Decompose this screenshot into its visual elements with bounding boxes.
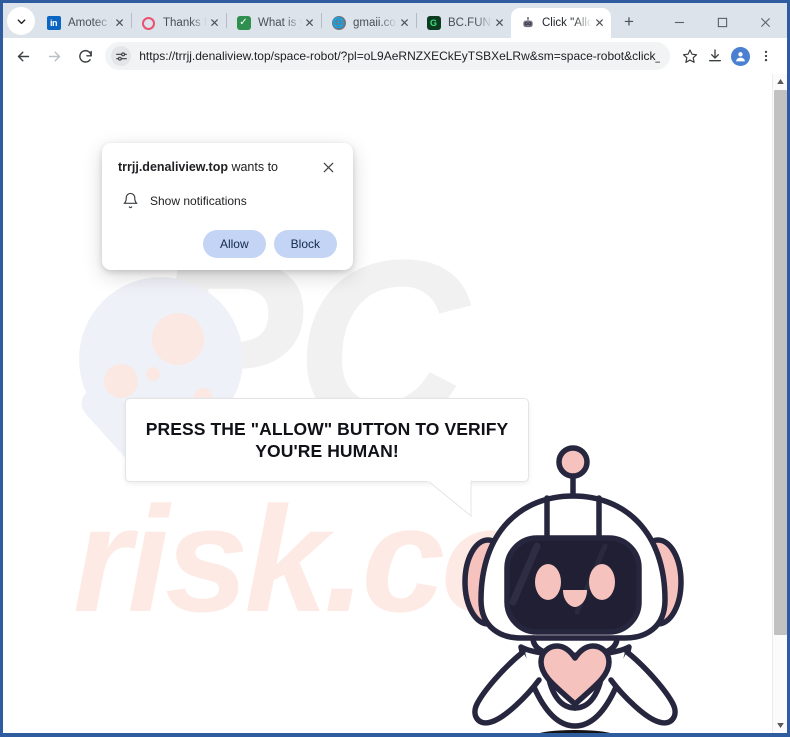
reload-button[interactable] <box>73 42 99 70</box>
tab-label: What is y <box>258 17 302 29</box>
browser-window: in Amotec I ✕ Thanks fo ✕ ✓ What is y ✕ … <box>0 0 790 737</box>
notification-permission-dialog: trrjj.denaliview.top wants to Show notif… <box>102 143 353 270</box>
tab-close-icon[interactable]: ✕ <box>592 16 607 31</box>
permission-title: trrjj.denaliview.top wants to <box>118 159 319 176</box>
space-robot-mascot <box>462 445 684 733</box>
tab-bcfun[interactable]: G BC.FUN: ( ✕ <box>417 8 511 38</box>
tab-what-is[interactable]: ✓ What is y ✕ <box>227 8 321 38</box>
browser-viewport: PC risk.com PRESS THE "ALLOW" BUTTON TO … <box>3 74 787 733</box>
permission-header: trrjj.denaliview.top wants to <box>118 159 337 176</box>
tab-close-icon[interactable]: ✕ <box>207 16 222 31</box>
tab-label: Click "Allo <box>542 17 592 29</box>
forward-button[interactable] <box>42 42 68 70</box>
tab-amotec[interactable]: in Amotec I ✕ <box>37 8 131 38</box>
green-check-icon: ✓ <box>236 16 251 31</box>
minimize-button[interactable] <box>658 7 701 37</box>
maximize-button[interactable] <box>701 7 744 37</box>
profile-avatar-icon[interactable] <box>728 42 754 70</box>
robot-icon <box>520 16 535 31</box>
url-text[interactable]: https://trrjj.denaliview.top/space-robot… <box>139 49 660 63</box>
chevron-down-icon <box>16 16 27 27</box>
tab-search-button[interactable] <box>7 7 35 35</box>
tab-close-icon[interactable]: ✕ <box>397 16 412 31</box>
linkedin-icon: in <box>46 16 61 31</box>
bcfun-icon: G <box>426 16 441 31</box>
new-tab-button[interactable]: + <box>616 9 642 35</box>
tab-thanks[interactable]: Thanks fo ✕ <box>132 8 226 38</box>
close-icon[interactable] <box>319 158 337 176</box>
scroll-down-arrow-icon[interactable] <box>773 718 787 733</box>
tune-icon[interactable] <box>111 46 132 66</box>
allow-button[interactable]: Allow <box>202 230 266 258</box>
globe-icon: 🌐 <box>331 16 346 30</box>
tab-label: Thanks fo <box>163 17 207 29</box>
star-icon[interactable] <box>678 43 702 69</box>
download-icon[interactable] <box>702 42 728 70</box>
permission-request-row: Show notifications <box>118 192 337 209</box>
permission-actions: Allow Block <box>118 230 337 258</box>
opera-ring-icon <box>141 16 156 31</box>
scrollbar-thumb[interactable] <box>774 90 787 635</box>
address-bar[interactable]: https://trrjj.denaliview.top/space-robot… <box>105 42 670 70</box>
tab-label: gmaii.com <box>353 17 397 29</box>
tab-label: BC.FUN: ( <box>448 17 492 29</box>
tab-list: in Amotec I ✕ Thanks fo ✕ ✓ What is y ✕ … <box>37 8 658 38</box>
close-window-button[interactable] <box>744 7 787 37</box>
three-dot-menu-icon[interactable] <box>753 42 779 70</box>
permission-title-suffix: wants to <box>227 160 279 174</box>
tab-strip: in Amotec I ✕ Thanks fo ✕ ✓ What is y ✕ … <box>3 3 787 38</box>
tab-close-icon[interactable]: ✕ <box>492 16 507 31</box>
tab-label: Amotec I <box>68 17 112 29</box>
tab-click-allow[interactable]: Click "Allo ✕ <box>511 8 611 38</box>
vertical-scrollbar[interactable] <box>772 74 787 733</box>
scroll-up-arrow-icon[interactable] <box>773 74 787 89</box>
back-button[interactable] <box>11 42 37 70</box>
window-controls <box>658 6 787 38</box>
permission-request-label: Show notifications <box>150 193 247 208</box>
tab-close-icon[interactable]: ✕ <box>302 16 317 31</box>
bell-icon <box>122 192 139 209</box>
block-button[interactable]: Block <box>273 230 337 258</box>
tab-gmaii[interactable]: 🌐 gmaii.com ✕ <box>322 8 416 38</box>
browser-toolbar: https://trrjj.denaliview.top/space-robot… <box>3 38 787 74</box>
tab-close-icon[interactable]: ✕ <box>112 16 127 31</box>
permission-origin: trrjj.denaliview.top <box>118 160 228 174</box>
